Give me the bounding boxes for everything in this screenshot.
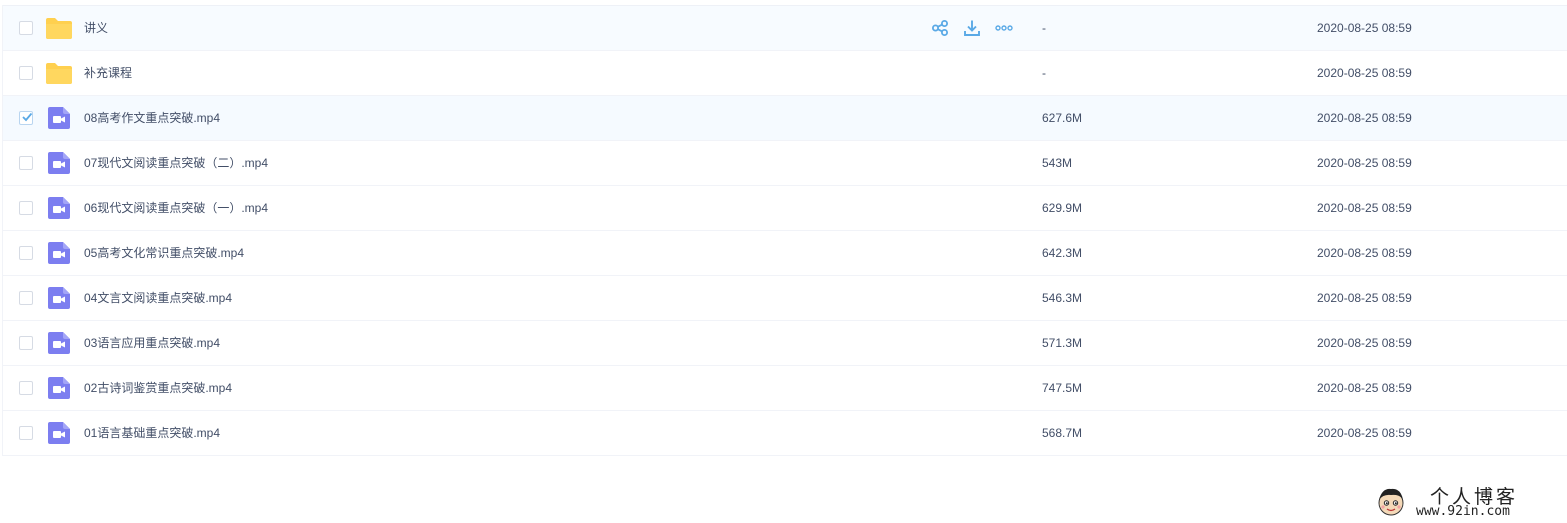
file-date: 2020-08-25 08:59 xyxy=(1317,426,1412,440)
row-checkbox[interactable] xyxy=(19,156,33,170)
file-name[interactable]: 03语言应用重点突破.mp4 xyxy=(84,335,220,351)
file-row[interactable]: 02古诗词鉴赏重点突破.mp4 747.5M 2020-08-25 08:59 xyxy=(3,366,1567,411)
file-name[interactable]: 02古诗词鉴赏重点突破.mp4 xyxy=(84,380,232,396)
file-date: 2020-08-25 08:59 xyxy=(1317,156,1412,170)
file-name[interactable]: 05高考文化常识重点突破.mp4 xyxy=(84,245,244,261)
file-name[interactable]: 01语言基础重点突破.mp4 xyxy=(84,425,220,441)
share-icon[interactable] xyxy=(931,19,949,37)
file-size: 747.5M xyxy=(1042,381,1083,395)
file-date: 2020-08-25 08:59 xyxy=(1317,246,1412,260)
file-size: 568.7M xyxy=(1042,426,1083,440)
file-date: 2020-08-25 08:59 xyxy=(1317,381,1412,395)
file-size: - xyxy=(1042,66,1046,80)
video-file-icon xyxy=(45,421,73,445)
video-file-icon xyxy=(45,151,73,175)
file-size: 627.6M xyxy=(1042,111,1083,125)
file-name[interactable]: 补充课程 xyxy=(84,65,132,81)
row-actions xyxy=(931,19,1021,37)
file-name[interactable]: 08高考作文重点突破.mp4 xyxy=(84,110,220,126)
file-date: 2020-08-25 08:59 xyxy=(1317,21,1412,35)
file-row[interactable]: 03语言应用重点突破.mp4 571.3M 2020-08-25 08:59 xyxy=(3,321,1567,366)
file-row[interactable]: 01语言基础重点突破.mp4 568.7M 2020-08-25 08:59 xyxy=(3,411,1567,456)
row-checkbox[interactable] xyxy=(19,111,33,125)
row-checkbox[interactable] xyxy=(19,21,33,35)
download-icon[interactable] xyxy=(963,19,981,37)
file-name[interactable]: 07现代文阅读重点突破（二）.mp4 xyxy=(84,155,268,171)
file-size: 571.3M xyxy=(1042,336,1083,350)
file-row[interactable]: 05高考文化常识重点突破.mp4 642.3M 2020-08-25 08:59 xyxy=(3,231,1567,276)
row-checkbox[interactable] xyxy=(19,381,33,395)
row-checkbox[interactable] xyxy=(19,66,33,80)
video-file-icon xyxy=(45,376,73,400)
file-size: 629.9M xyxy=(1042,201,1083,215)
file-date: 2020-08-25 08:59 xyxy=(1317,201,1412,215)
file-date: 2020-08-25 08:59 xyxy=(1317,111,1412,125)
folder-icon xyxy=(45,16,73,40)
file-row[interactable]: 07现代文阅读重点突破（二）.mp4 543M 2020-08-25 08:59 xyxy=(3,141,1567,186)
file-size: 543M xyxy=(1042,156,1073,170)
row-checkbox[interactable] xyxy=(19,201,33,215)
file-row[interactable]: 08高考作文重点突破.mp4 627.6M 2020-08-25 08:59 xyxy=(3,96,1567,141)
video-file-icon xyxy=(45,331,73,355)
video-file-icon xyxy=(45,241,73,265)
file-date: 2020-08-25 08:59 xyxy=(1317,291,1412,305)
file-name[interactable]: 04文言文阅读重点突破.mp4 xyxy=(84,290,232,306)
folder-icon xyxy=(45,61,73,85)
blog-watermark: 个人博客 www.92in.com xyxy=(1372,482,1564,522)
file-date: 2020-08-25 08:59 xyxy=(1317,66,1412,80)
file-row[interactable]: 讲义 - 2020-08-25 08:59 xyxy=(3,5,1567,51)
file-name[interactable]: 06现代文阅读重点突破（一）.mp4 xyxy=(84,200,268,216)
row-checkbox[interactable] xyxy=(19,291,33,305)
video-file-icon xyxy=(45,106,73,130)
file-list: 讲义 - 2020-08-25 08:59 补充课程 - 2020-08-25 … xyxy=(2,5,1567,456)
file-size: - xyxy=(1042,21,1046,35)
row-checkbox[interactable] xyxy=(19,426,33,440)
file-row[interactable]: 补充课程 - 2020-08-25 08:59 xyxy=(3,51,1567,96)
checkmark-icon xyxy=(21,111,33,126)
row-checkbox[interactable] xyxy=(19,246,33,260)
file-date: 2020-08-25 08:59 xyxy=(1317,336,1412,350)
row-checkbox[interactable] xyxy=(19,336,33,350)
avatar-icon xyxy=(1374,485,1408,519)
video-file-icon xyxy=(45,286,73,310)
watermark-url: www.92in.com xyxy=(1416,504,1510,519)
video-file-icon xyxy=(45,196,73,220)
file-name[interactable]: 讲义 xyxy=(84,20,108,36)
file-size: 642.3M xyxy=(1042,246,1083,260)
file-row[interactable]: 04文言文阅读重点突破.mp4 546.3M 2020-08-25 08:59 xyxy=(3,276,1567,321)
file-row[interactable]: 06现代文阅读重点突破（一）.mp4 629.9M 2020-08-25 08:… xyxy=(3,186,1567,231)
more-icon[interactable] xyxy=(995,19,1013,37)
file-size: 546.3M xyxy=(1042,291,1083,305)
